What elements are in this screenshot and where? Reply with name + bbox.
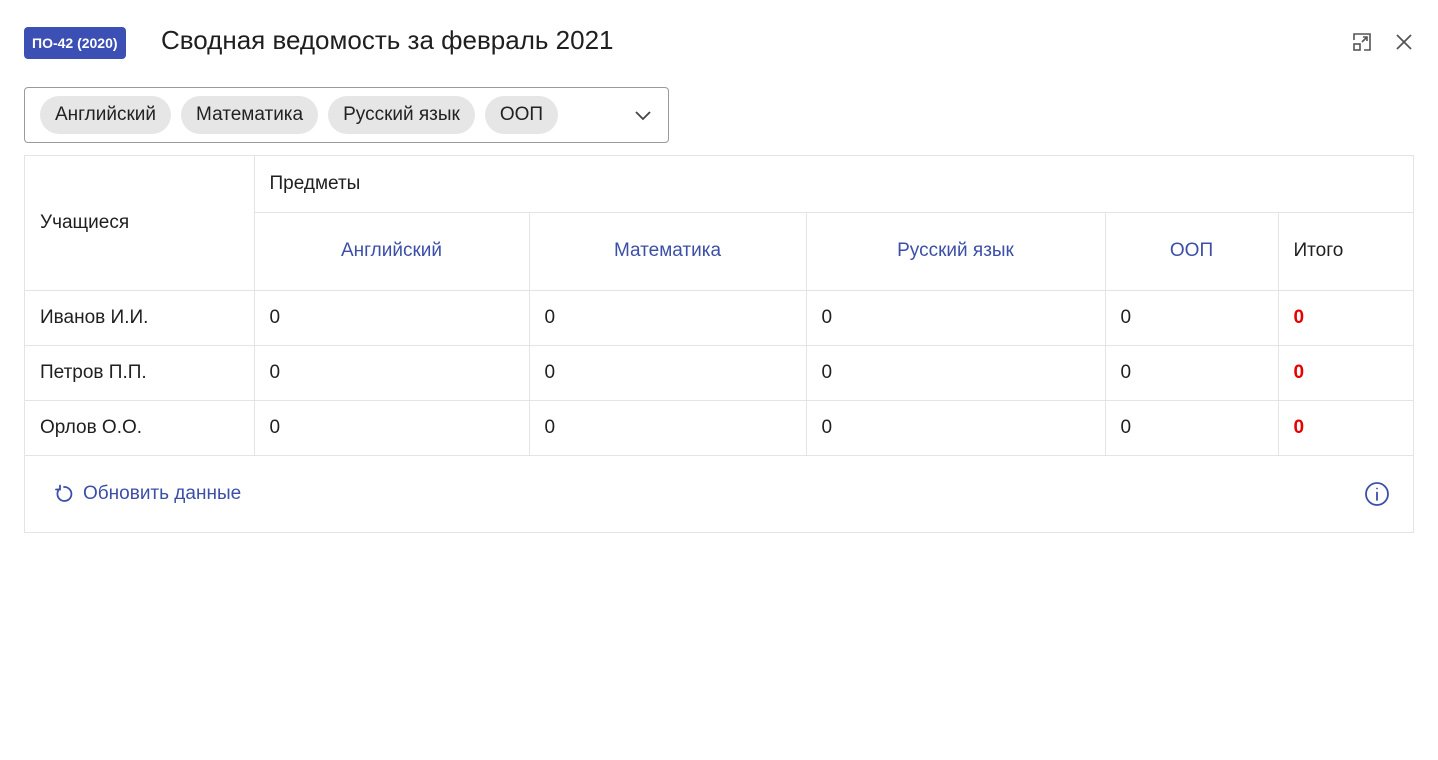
dropdown-toggle[interactable]: [630, 102, 656, 128]
grade-cell: 0: [529, 345, 807, 401]
student-name: Петров П.П.: [25, 345, 255, 401]
expand-icon: [1353, 33, 1371, 51]
expand-button[interactable]: [1348, 28, 1376, 56]
chevron-down-icon: [635, 111, 651, 121]
table-row: Орлов О.О. 0 0 0 0 0: [25, 400, 1414, 456]
grade-cell: 0: [1105, 400, 1279, 456]
close-button[interactable]: [1390, 28, 1418, 56]
column-header-math[interactable]: Математика: [529, 212, 807, 291]
student-name: Орлов О.О.: [25, 400, 255, 456]
grade-cell: 0: [254, 290, 530, 346]
total-cell: 0: [1278, 400, 1414, 456]
subject-chip[interactable]: Английский: [40, 96, 172, 134]
grade-cell: 0: [806, 400, 1106, 456]
refresh-data-button[interactable]: Обновить данные: [53, 480, 241, 508]
student-name: Иванов И.И.: [25, 290, 255, 346]
column-header-total: Итого: [1278, 212, 1414, 291]
summary-sheet-dialog: ПО-42 (2020) Сводная ведомость за феврал…: [0, 0, 1438, 760]
refresh-icon: [55, 484, 73, 502]
refresh-label: Обновить данные: [83, 483, 242, 504]
column-header-oop[interactable]: ООП: [1105, 212, 1279, 291]
subject-chip[interactable]: ООП: [484, 96, 559, 134]
page-title: Сводная ведомость за февраль 2021: [161, 25, 614, 55]
grade-cell: 0: [529, 400, 807, 456]
table-footer: Обновить данные: [25, 456, 1413, 532]
grade-cell: 0: [254, 345, 530, 401]
grade-cell: 0: [254, 400, 530, 456]
students-column-header: Учащиеся: [25, 156, 255, 291]
subject-chip[interactable]: Русский язык: [328, 96, 475, 134]
info-button[interactable]: [1363, 480, 1391, 508]
grade-cell: 0: [1105, 345, 1279, 401]
summary-table-card: Учащиеся Предметы Английский Математика …: [24, 155, 1414, 533]
grade-cell: 0: [1105, 290, 1279, 346]
subject-chip[interactable]: Математика: [181, 96, 319, 134]
total-cell: 0: [1278, 290, 1414, 346]
grade-cell: 0: [806, 345, 1106, 401]
group-badge: ПО-42 (2020): [24, 27, 126, 59]
subject-filter-select[interactable]: Английский Математика Русский язык ООП: [24, 87, 669, 143]
table-row: Иванов И.И. 0 0 0 0 0: [25, 290, 1414, 346]
column-header-russian[interactable]: Русский язык: [806, 212, 1106, 291]
info-icon: [1365, 482, 1389, 506]
close-icon: [1396, 34, 1412, 50]
grade-cell: 0: [529, 290, 807, 346]
dialog-header: ПО-42 (2020) Сводная ведомость за феврал…: [24, 20, 1414, 64]
subjects-group-header: Предметы: [254, 156, 1414, 213]
column-header-english[interactable]: Английский: [254, 212, 530, 291]
summary-table: Учащиеся Предметы Английский Математика …: [25, 156, 1414, 456]
table-row: Петров П.П. 0 0 0 0 0: [25, 345, 1414, 401]
grade-cell: 0: [806, 290, 1106, 346]
total-cell: 0: [1278, 345, 1414, 401]
